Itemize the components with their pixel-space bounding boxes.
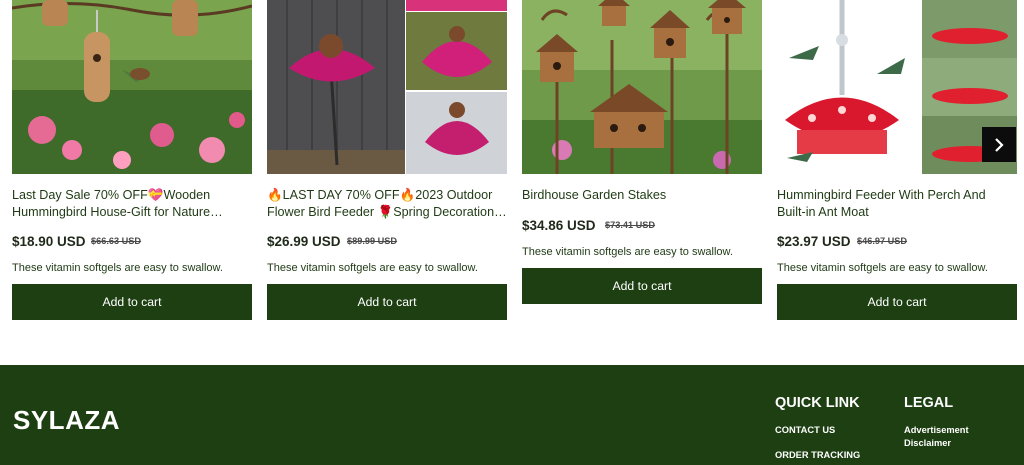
product-price: $26.99 USD xyxy=(267,234,341,249)
carousel-next-button[interactable] xyxy=(982,127,1016,162)
product-price: $18.90 USD xyxy=(12,234,86,249)
product-title-line: Hummingbird House-Gift for Nature… xyxy=(12,204,223,219)
product-photo xyxy=(267,0,507,174)
product-title[interactable]: Hummingbird Feeder With Perch And Built-… xyxy=(777,187,1017,220)
product-title[interactable]: Birdhouse Garden Stakes xyxy=(522,187,762,204)
product-price: $23.97 USD xyxy=(777,234,851,249)
footer-link-contact-us[interactable]: CONTACT US xyxy=(775,424,835,437)
product-image-flower-bird-feeder[interactable] xyxy=(267,0,507,174)
product-grid: Last Day Sale 70% OFF💝Wooden Hummingbird… xyxy=(0,0,1024,365)
product-photo xyxy=(522,0,762,174)
product-photo xyxy=(12,0,252,174)
footer-quick-link-heading: QUICK LINK xyxy=(775,395,860,411)
product-title[interactable]: Last Day Sale 70% OFF💝Wooden Hummingbird… xyxy=(12,187,252,220)
product-description: These vitamin softgels are easy to swall… xyxy=(12,262,223,274)
product-description: These vitamin softgels are easy to swall… xyxy=(267,262,478,274)
footer-link-line: Disclaimer xyxy=(904,438,952,448)
add-to-cart-button[interactable]: Add to cart xyxy=(777,284,1017,320)
product-title-line: Hummingbird Feeder With Perch And xyxy=(777,188,986,202)
site-footer: SYLAZA QUICK LINK CONTACT US ORDER TRACK… xyxy=(0,365,1024,465)
product-image-birdhouse-stakes[interactable] xyxy=(522,0,762,174)
product-title-line: Built-in Ant Moat xyxy=(777,204,869,219)
product-compare-price: $66.63 USD xyxy=(91,236,142,246)
product-photo xyxy=(777,0,1017,174)
add-to-cart-button[interactable]: Add to cart xyxy=(522,268,762,304)
footer-brand-logo[interactable]: SYLAZA xyxy=(13,405,120,436)
product-title-line: Birdhouse Garden Stakes xyxy=(522,188,667,202)
footer-link-line: Advertisement xyxy=(904,425,969,435)
footer-link-order-tracking[interactable]: ORDER TRACKING xyxy=(775,449,860,462)
product-price: $34.86 USD xyxy=(522,218,596,233)
product-image-hummingbird-house[interactable] xyxy=(12,0,252,174)
product-title[interactable]: 🔥LAST DAY 70% OFF🔥2023 Outdoor Flower Bi… xyxy=(267,187,507,220)
product-description: These vitamin softgels are easy to swall… xyxy=(777,262,988,274)
add-to-cart-button[interactable]: Add to cart xyxy=(267,284,507,320)
footer-legal-heading: LEGAL xyxy=(904,395,954,411)
add-to-cart-button[interactable]: Add to cart xyxy=(12,284,252,320)
chevron-right-icon xyxy=(995,137,1004,152)
product-description: These vitamin softgels are easy to swall… xyxy=(522,246,733,258)
product-image-hummingbird-feeder[interactable] xyxy=(777,0,1017,174)
product-title-line: Flower Bird Feeder 🌹Spring Decoration… xyxy=(267,204,507,219)
product-compare-price: $73.41 USD xyxy=(605,220,656,230)
footer-link-advertisement-disclaimer[interactable]: Advertisement Disclaimer xyxy=(904,424,969,450)
product-compare-price: $89.99 USD xyxy=(347,236,398,246)
product-title-line: 🔥LAST DAY 70% OFF🔥2023 Outdoor xyxy=(267,188,493,202)
product-compare-price: $46.97 USD xyxy=(857,236,908,246)
product-title-line: Last Day Sale 70% OFF💝Wooden xyxy=(12,188,211,202)
